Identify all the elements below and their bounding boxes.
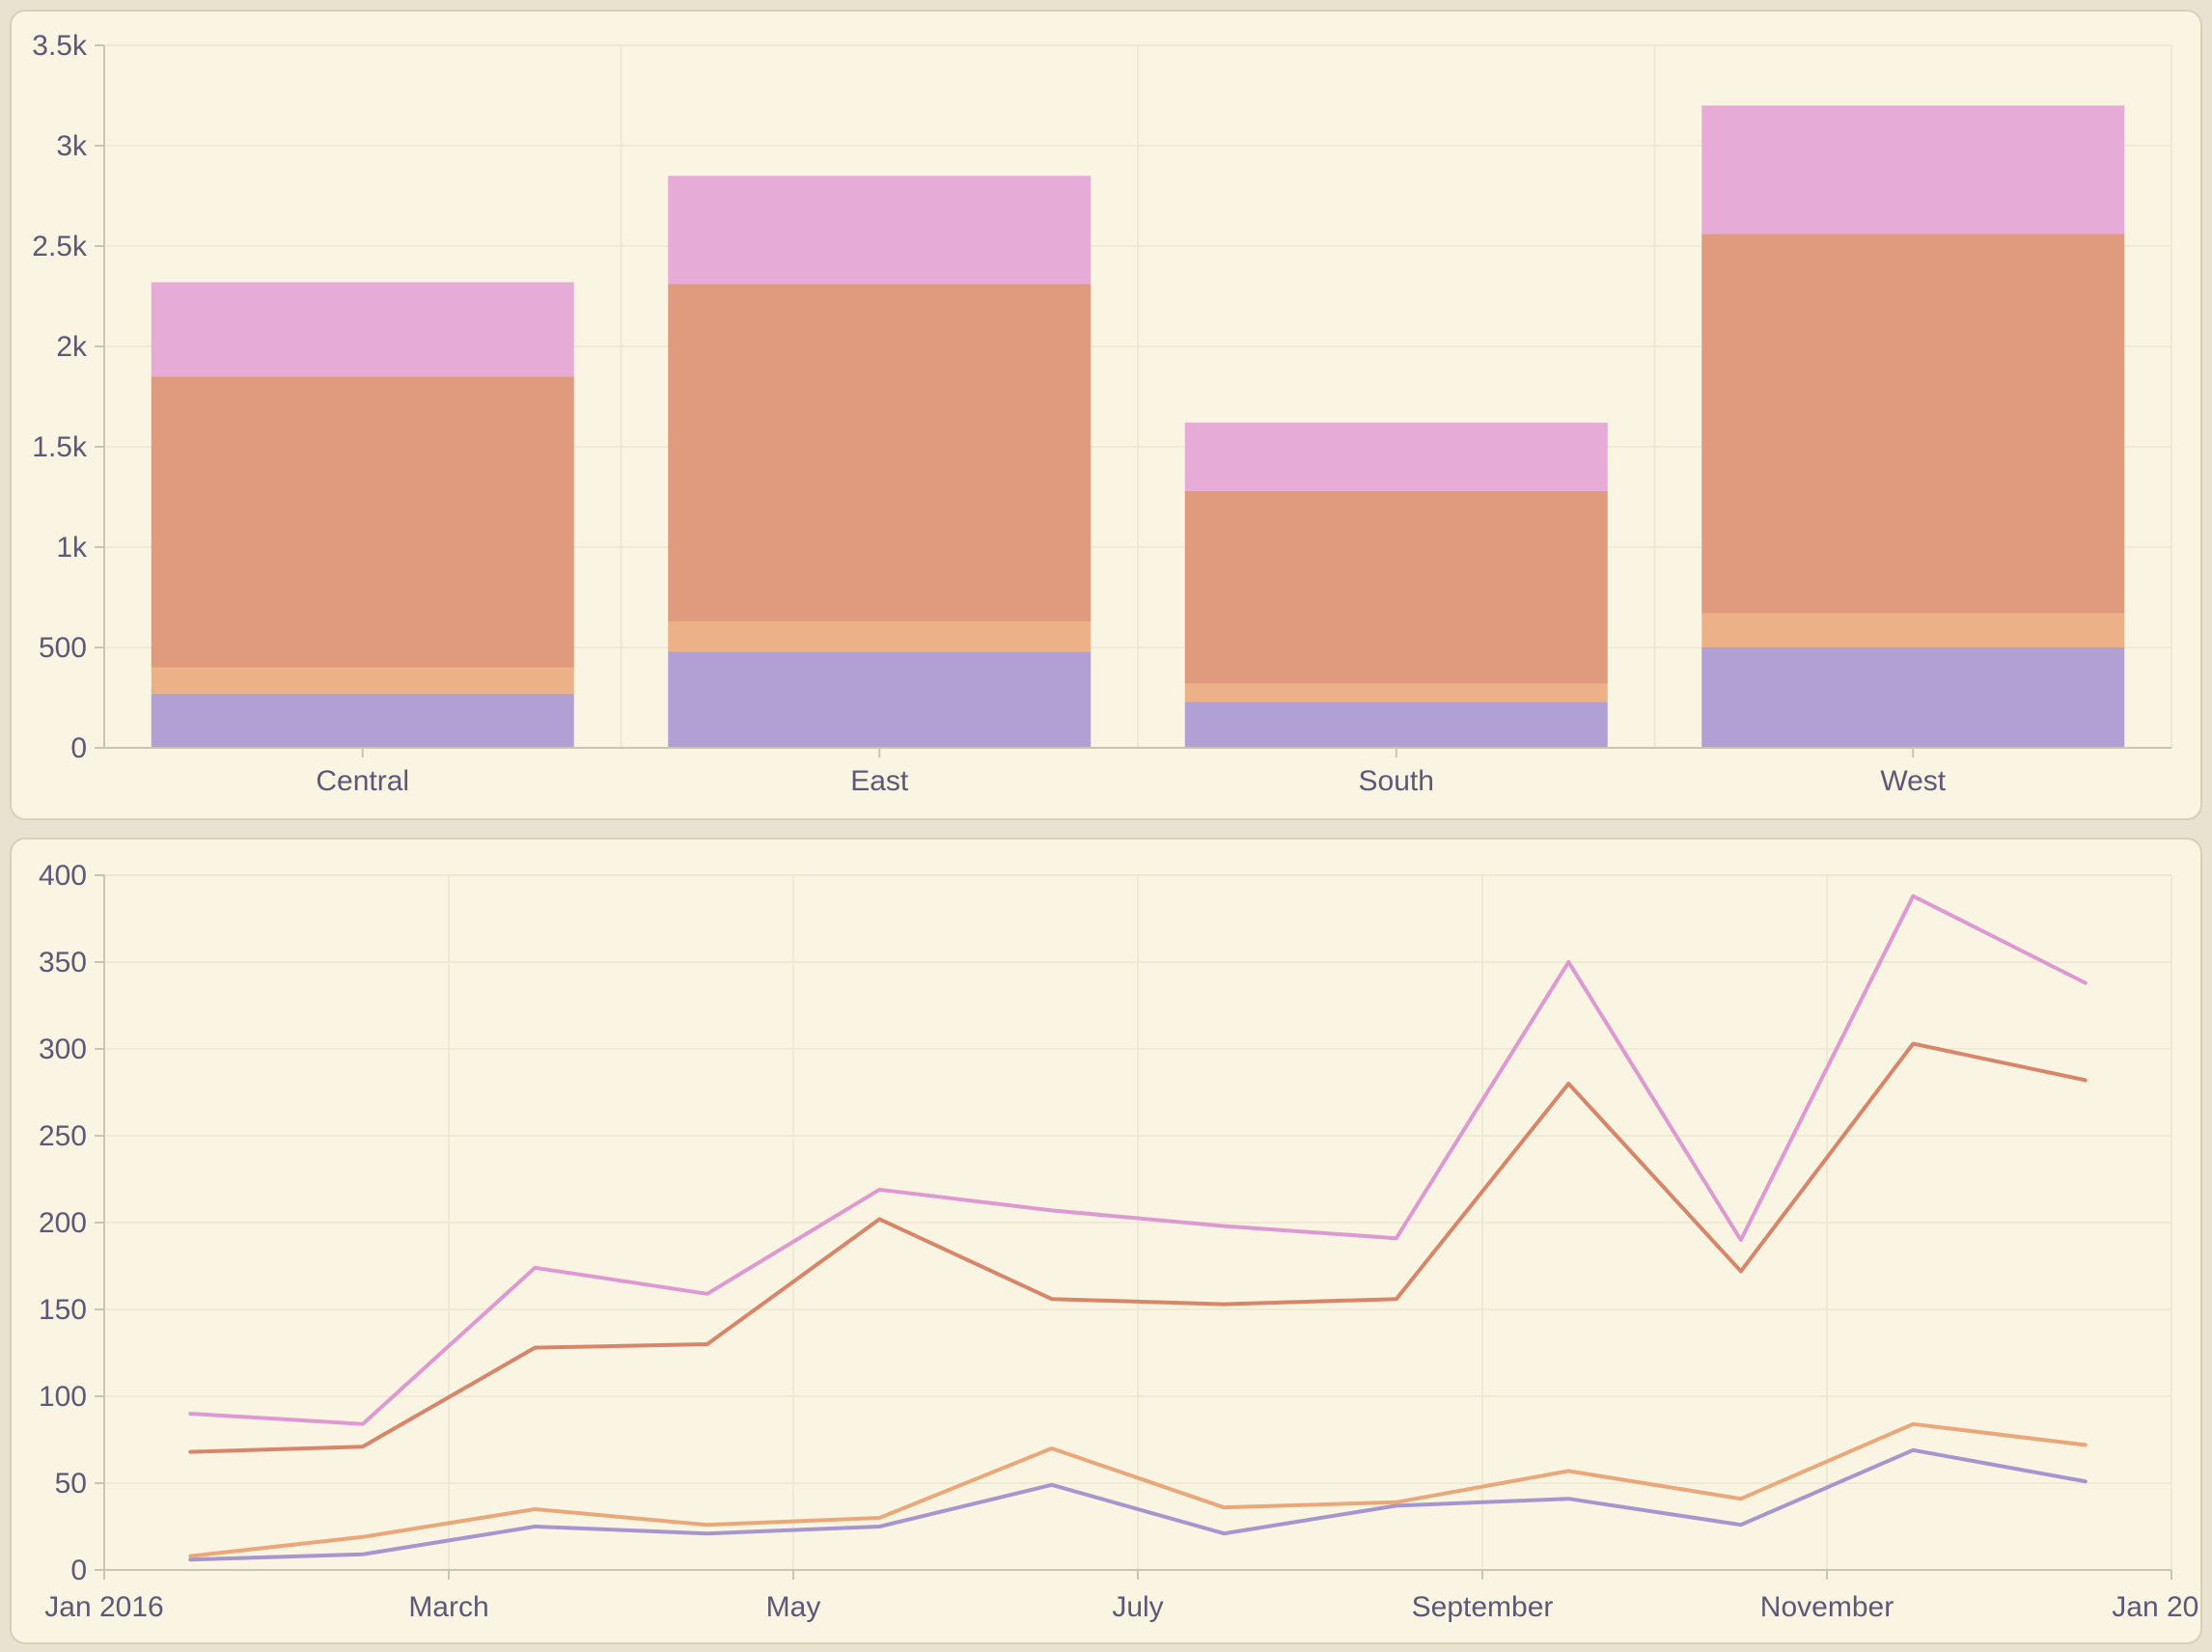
line-chart-panel: 0 50 100 150 200 250 300 350 400 Jan 2016 March May… [10,838,2202,1644]
y-tick-label: 250 [39,1120,87,1152]
y-tick-label: 3.5k [32,30,88,62]
y-tick-label: 350 [39,947,87,978]
bar-segment-central-series-purple[interactable] [152,694,574,748]
y-tick-label: 500 [39,632,87,664]
x-tick-label: Jan 2016 [44,1591,163,1623]
bar-chart-panel: 0 500 1k 1.5k 2k 2.5k 3k 3.5k Central East South We… [10,10,2202,820]
x-tick-label: November [1760,1591,1894,1623]
x-tick-label: May [766,1591,821,1623]
bar-segment-west-series-purple[interactable] [1701,647,2124,748]
x-category-label: Central [316,765,409,797]
bar-segment-east-series-tan[interactable] [668,621,1091,651]
x-tick-label: September [1412,1591,1554,1623]
x-category-label: West [1880,765,1946,797]
x-tick-label: Jan 2017 [2112,1591,2200,1623]
y-tick-label: 100 [39,1381,87,1413]
y-tick-label: 2k [56,331,88,363]
y-tick-label: 0 [70,732,87,764]
x-category-label: East [850,765,909,797]
y-tick-label: 3k [56,130,88,162]
bar-segment-east-series-purple[interactable] [668,651,1091,748]
x-category-label: South [1359,765,1434,797]
bar-segment-west-series-salmon[interactable] [1701,234,2124,614]
y-tick-label: 300 [39,1033,87,1065]
bar-chart-svg: 0 500 1k 1.5k 2k 2.5k 3k 3.5k Central East South We… [12,12,2200,814]
y-tick-label: 2.5k [32,231,88,262]
bar-segment-south-series-salmon[interactable] [1185,491,1608,684]
y-tick-label: 400 [39,860,87,892]
bar-segment-central-series-tan[interactable] [152,668,574,694]
y-tick-label: 1.5k [32,431,88,463]
bar-segment-central-series-salmon[interactable] [152,376,574,668]
bar-segment-east-series-pink[interactable] [668,176,1091,284]
x-tick-label: July [1112,1591,1163,1623]
bar-segment-central-series-pink[interactable] [152,282,574,376]
y-tick-label: 50 [55,1468,87,1500]
bar-segment-south-series-purple[interactable] [1185,702,1608,748]
bar-segment-east-series-salmon[interactable] [668,285,1091,621]
y-tick-label: 150 [39,1294,87,1326]
y-tick-label: 1k [56,532,88,564]
x-tick-label: March [408,1591,488,1623]
bar-segment-west-series-tan[interactable] [1701,614,2124,647]
bar-segment-south-series-pink[interactable] [1185,423,1608,491]
line-chart-svg: 0 50 100 150 200 250 300 350 400 Jan 2016 March May… [12,840,2200,1638]
y-tick-label: 200 [39,1207,87,1239]
bar-segment-west-series-pink[interactable] [1701,105,2124,234]
y-tick-label: 0 [70,1555,87,1586]
bar-segment-south-series-tan[interactable] [1185,683,1608,702]
